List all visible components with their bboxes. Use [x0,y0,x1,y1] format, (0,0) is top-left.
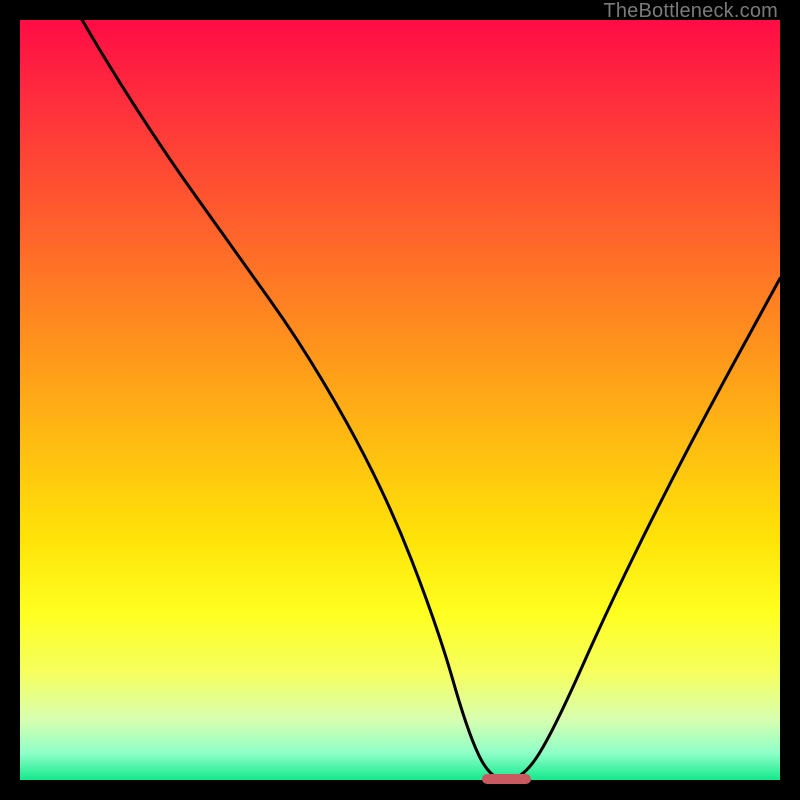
plot-area [20,20,780,780]
chart-frame: TheBottleneck.com [0,0,800,800]
bottleneck-curve [20,20,780,780]
watermark-text: TheBottleneck.com [603,0,778,23]
optimal-range-marker [482,774,532,784]
